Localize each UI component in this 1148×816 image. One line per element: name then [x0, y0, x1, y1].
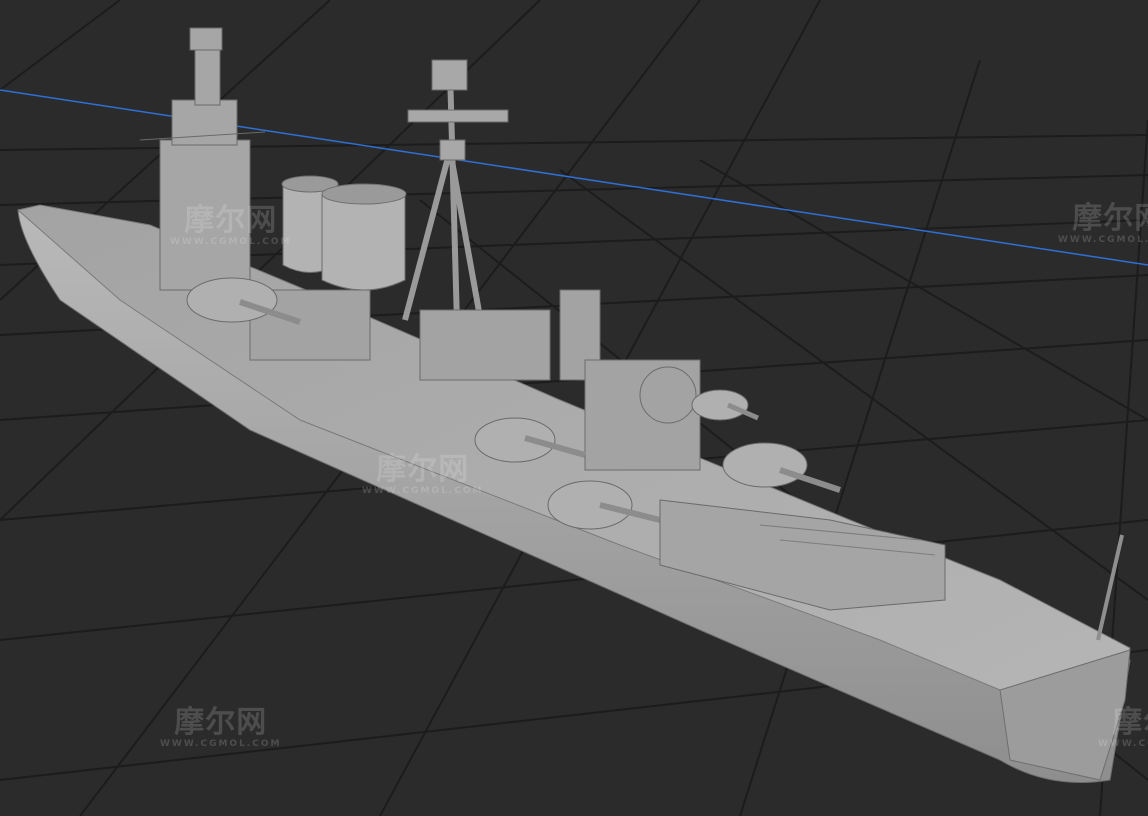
funnels — [281, 175, 407, 291]
battleship-model[interactable] — [16, 27, 1131, 783]
3d-viewport[interactable]: 摩尔网 WWW.CGMOL.COM 摩尔网 WWW.CGMOL.COM 摩尔网 … — [0, 0, 1148, 816]
turret-e — [691, 389, 749, 421]
viewport-canvas[interactable] — [0, 0, 1148, 816]
jack-staff — [1096, 534, 1124, 641]
turret-a — [186, 277, 278, 323]
turret-d — [722, 442, 808, 488]
turret-c — [547, 480, 633, 530]
